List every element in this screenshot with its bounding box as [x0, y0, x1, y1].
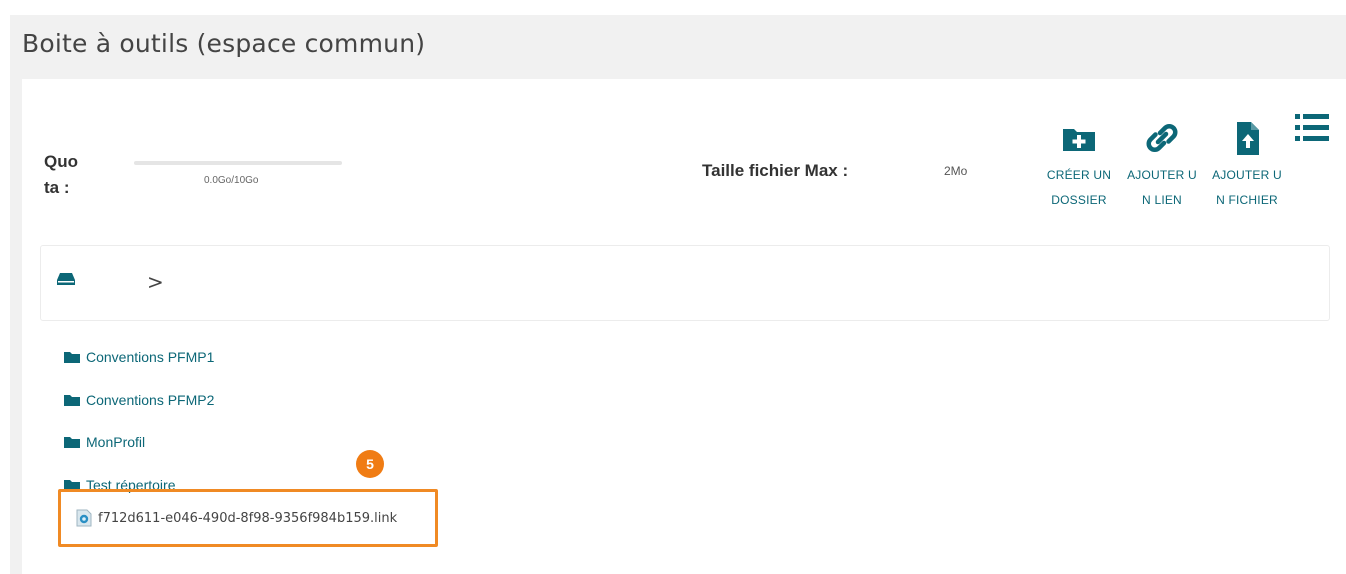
breadcrumb-separator: > [147, 270, 164, 294]
list-view-icon [1295, 114, 1329, 141]
item-name: Conventions PFMP2 [86, 392, 215, 408]
page-title: Boite à outils (espace commun) [22, 29, 426, 58]
quota-progress-bar [134, 161, 342, 165]
quota-usage-text: 0.0Go/10Go [204, 175, 259, 186]
create-folder-button[interactable]: CRÉER UN DOSSIER [1044, 119, 1114, 213]
list-item[interactable]: Conventions PFMP2 [64, 392, 214, 408]
quota-label: Quo ta : [44, 152, 78, 197]
file-manager-panel: Quo ta : 0.0Go/10Go Taille fichier Max :… [22, 79, 1346, 574]
list-view-toggle[interactable] [1294, 111, 1330, 149]
list-item[interactable]: Conventions PFMP1 [64, 349, 214, 365]
link-icon [1146, 124, 1178, 152]
folder-plus-icon [1063, 129, 1095, 151]
create-folder-label: CRÉER UN DOSSIER [1046, 168, 1112, 207]
add-file-label: AJOUTER UN FICHIER [1212, 168, 1282, 207]
max-file-size-label: Taille fichier Max : [702, 161, 849, 180]
add-link-label: AJOUTER UN LIEN [1127, 168, 1197, 207]
max-file-size-value: 2Mo [944, 164, 968, 178]
item-name: f712d611-e046-490d-8f98-9356f984b159.lin… [98, 510, 398, 526]
add-link-button[interactable]: AJOUTER UN LIEN [1127, 119, 1197, 213]
folder-icon [64, 437, 80, 448]
item-name: Conventions PFMP1 [86, 349, 215, 365]
list-item[interactable]: f712d611-e046-490d-8f98-9356f984b159.lin… [76, 509, 397, 527]
folder-icon [64, 352, 80, 363]
breadcrumb-home[interactable] [56, 271, 76, 290]
list-item[interactable]: MonProfil [64, 434, 145, 450]
step-number-badge: 5 [356, 450, 384, 478]
page-container: Boite à outils (espace commun) Quo ta : … [10, 15, 1346, 574]
file-upload-icon [1237, 122, 1259, 155]
breadcrumb: > [40, 245, 1330, 321]
folder-icon [64, 395, 80, 406]
item-name: MonProfil [86, 434, 146, 450]
drive-icon [57, 273, 75, 285]
link-file-icon [76, 509, 92, 527]
add-file-button[interactable]: AJOUTER UN FICHIER [1212, 119, 1282, 213]
